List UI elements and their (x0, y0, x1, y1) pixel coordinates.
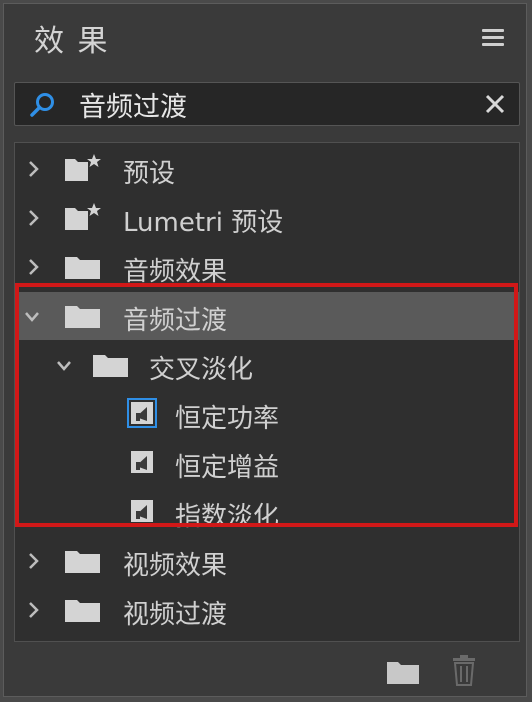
folder-icon (65, 551, 100, 573)
trash-icon[interactable] (451, 654, 477, 686)
folder-icon (65, 257, 100, 279)
tree-item-video-transitions[interactable]: 视频过渡 (15, 586, 519, 634)
tree-item-lumetri-presets[interactable]: Lumetri 预设 (15, 194, 519, 242)
panel-header: 效 果 (4, 4, 526, 68)
tree-item-presets[interactable]: 预设 (15, 145, 519, 193)
chevron-right-icon[interactable] (25, 598, 43, 622)
effects-tree: 预设 Lumetri 预设 音频效果 音频过渡 交叉淡化 恒定功率 恒定增益 指… (14, 142, 520, 642)
audio-transition-icon (131, 500, 153, 522)
preset-folder-icon (65, 203, 101, 230)
chevron-down-icon[interactable] (55, 353, 73, 377)
tree-item-constant-power[interactable]: 恒定功率 (15, 390, 519, 438)
chevron-down-icon[interactable] (23, 304, 41, 328)
search-icon (30, 93, 54, 117)
chevron-right-icon[interactable] (25, 206, 43, 230)
search-bar (14, 82, 520, 126)
tree-item-label: 指数淡化 (175, 502, 280, 532)
tree-item-crossfade[interactable]: 交叉淡化 (15, 341, 519, 389)
search-input[interactable] (79, 85, 459, 123)
folder-icon (65, 600, 100, 622)
tree-item-label: 恒定功率 (175, 404, 280, 434)
clear-search-icon[interactable] (483, 92, 507, 116)
tree-item-audio-effects[interactable]: 音频效果 (15, 243, 519, 291)
panel-menu-icon[interactable] (482, 29, 504, 47)
new-bin-icon[interactable] (386, 659, 420, 685)
panel-title: 效 果 (34, 24, 110, 59)
effects-panel: 效 果 预设 Lume (3, 3, 527, 697)
tree-item-exponential-fade[interactable]: 指数淡化 (15, 488, 519, 536)
tree-item-label: 交叉淡化 (149, 355, 254, 385)
audio-transition-icon (127, 398, 157, 428)
folder-icon (65, 306, 100, 328)
chevron-right-icon[interactable] (25, 157, 43, 181)
preset-folder-icon (65, 154, 101, 181)
tree-item-video-effects[interactable]: 视频效果 (15, 537, 519, 585)
chevron-right-icon[interactable] (25, 255, 43, 279)
chevron-right-icon[interactable] (25, 549, 43, 573)
tree-item-label: 恒定增益 (175, 453, 280, 483)
folder-icon (93, 355, 128, 377)
tree-item-audio-transitions[interactable]: 音频过渡 (15, 292, 519, 340)
tree-item-label: Lumetri 预设 (123, 208, 284, 238)
tree-item-constant-gain[interactable]: 恒定增益 (15, 439, 519, 487)
tree-item-label: 视频过渡 (123, 600, 228, 630)
tree-item-label: 视频效果 (123, 551, 228, 581)
audio-transition-icon (131, 451, 153, 473)
tree-item-label: 预设 (123, 159, 176, 189)
tree-item-label: 音频过渡 (123, 306, 228, 336)
tree-item-label: 音频效果 (123, 257, 228, 287)
